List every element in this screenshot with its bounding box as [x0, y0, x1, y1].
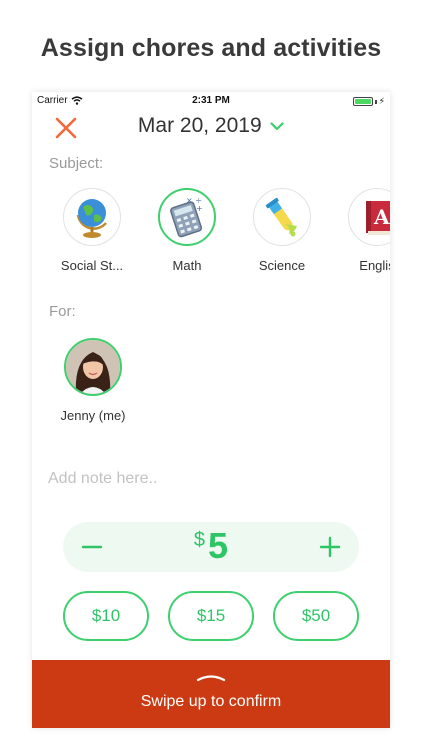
subject-item-math[interactable]: × ÷ + Math: [147, 188, 227, 273]
amount-value: 5: [208, 525, 229, 566]
subject-label: Math: [172, 258, 202, 273]
swipe-confirm-label: Swipe up to confirm: [140, 693, 282, 710]
chevron-down-icon: [270, 121, 284, 130]
calculator-icon: × ÷ +: [170, 196, 203, 238]
battery-indicator: ⚡: [352, 96, 385, 107]
page-headline: Assign chores and activities: [40, 34, 382, 62]
subject-label: Social St...: [60, 258, 124, 273]
preset-15-button[interactable]: $15: [168, 591, 254, 641]
preset-50-button[interactable]: $50: [273, 591, 359, 641]
subject-section-label: Subject:: [49, 155, 104, 172]
swipe-confirm-bar[interactable]: Swipe up to confirm: [32, 660, 390, 728]
for-section-label: For:: [49, 303, 76, 320]
book-icon: A: [366, 201, 390, 235]
subject-list: Social St... × ÷ + Math Science A Engli: [32, 188, 390, 278]
subject-item-english[interactable]: A Englis: [337, 188, 390, 273]
person-item-jenny[interactable]: Jenny (me): [58, 338, 128, 423]
subject-label: Englis: [359, 258, 390, 273]
subject-icon-circle: [63, 188, 121, 246]
status-bar: Carrier 2:31 PM ⚡: [32, 92, 390, 110]
charging-bolt-icon: ⚡: [378, 96, 385, 106]
avatar: [64, 338, 122, 396]
battery-level: [354, 99, 371, 104]
phone-screen: Carrier 2:31 PM ⚡ Mar 20, 2019 Subject:: [32, 92, 390, 728]
battery-icon: [352, 97, 373, 106]
subject-icon-circle: A: [348, 188, 390, 246]
globe-icon: [76, 199, 107, 238]
amount-currency: $: [193, 529, 206, 551]
avatar-photo-icon: [66, 340, 120, 394]
subject-item-science[interactable]: Science: [242, 188, 322, 273]
date-selector[interactable]: Mar 20, 2019: [32, 114, 390, 138]
subject-label: Science: [258, 258, 306, 273]
person-name: Jenny (me): [60, 408, 126, 423]
test-tube-icon: [265, 197, 297, 237]
svg-text:+: +: [196, 204, 203, 213]
svg-text:A: A: [373, 205, 390, 229]
note-input[interactable]: [48, 464, 368, 494]
subject-icon-circle: [253, 188, 311, 246]
amount-display: $5: [63, 525, 359, 567]
preset-10-button[interactable]: $10: [63, 591, 149, 641]
date-label: Mar 20, 2019: [137, 114, 262, 137]
status-time: 2:31 PM: [192, 95, 230, 106]
swipe-up-handle-icon: [196, 675, 226, 682]
amount-stepper: $5: [63, 522, 359, 572]
battery-cap: [374, 99, 377, 104]
subject-item-social-studies[interactable]: Social St...: [52, 188, 132, 273]
subject-icon-circle-selected: × ÷ +: [158, 188, 216, 246]
plus-icon[interactable]: [318, 535, 342, 559]
